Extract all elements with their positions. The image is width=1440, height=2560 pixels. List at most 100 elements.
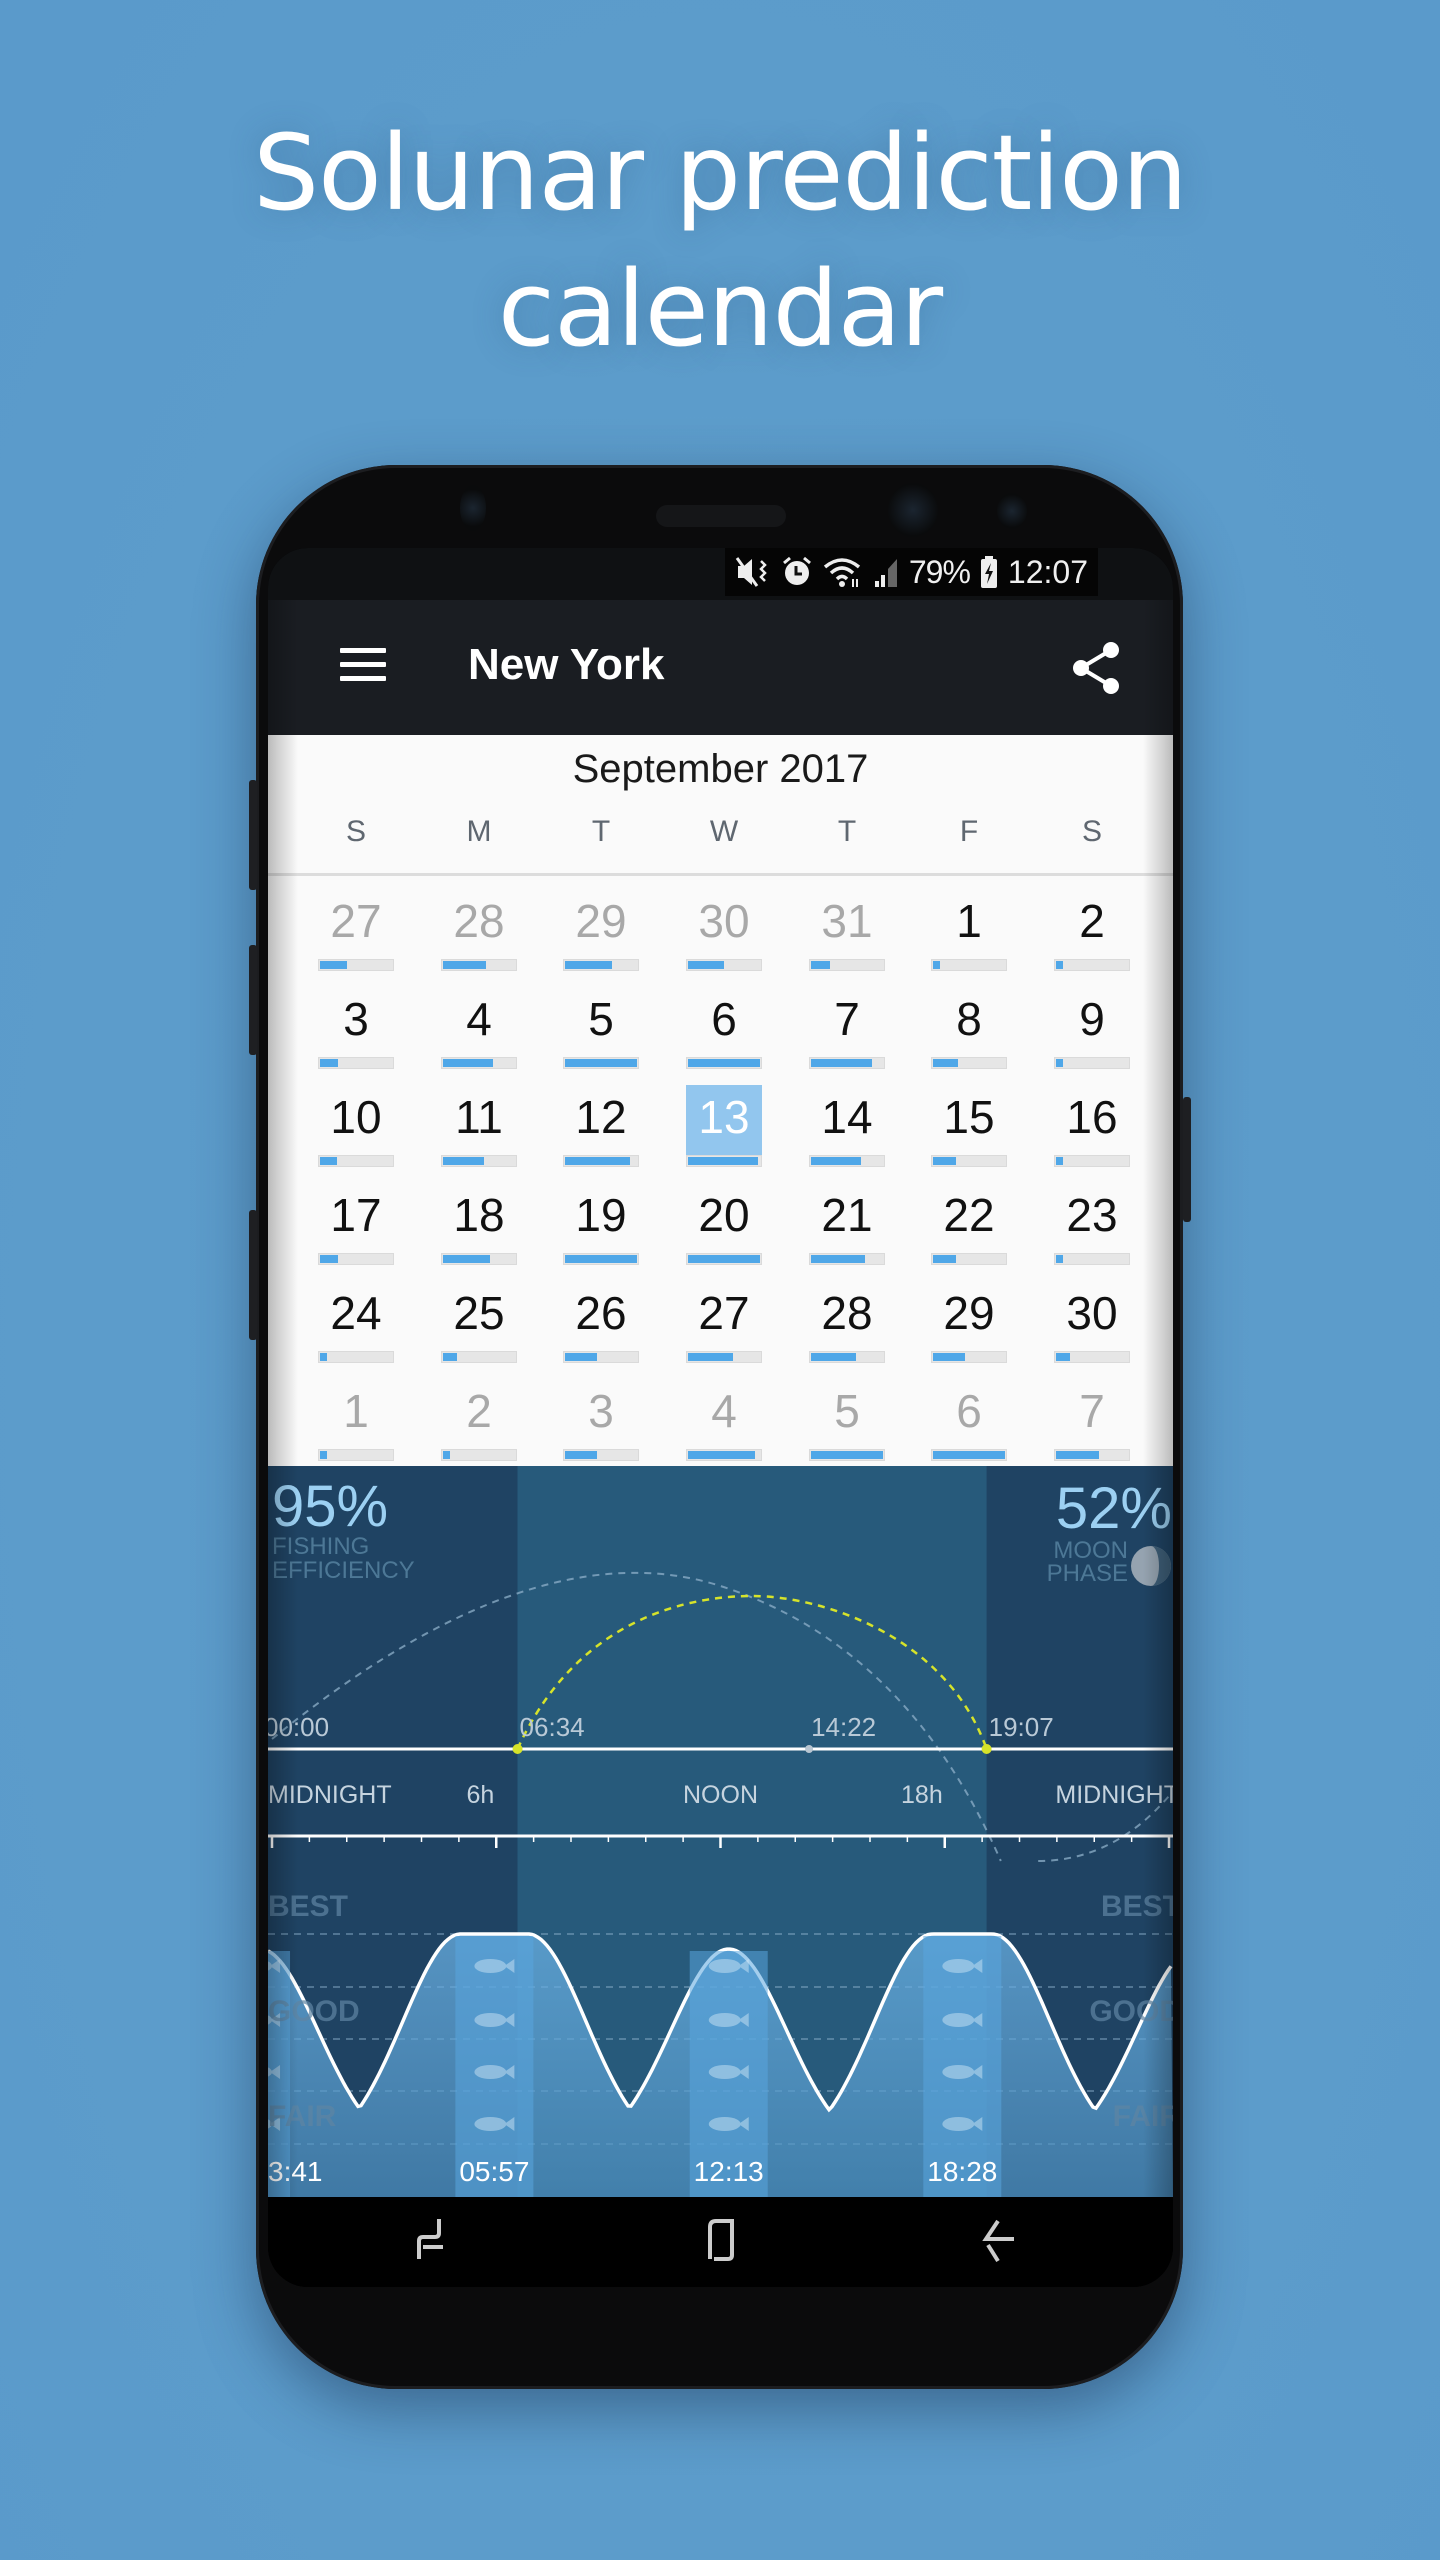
iris-sensor-icon: [997, 493, 1027, 529]
calendar-day[interactable]: 17: [311, 1181, 401, 1271]
calendar-day[interactable]: 1: [924, 887, 1014, 977]
calendar-day[interactable]: 7: [802, 985, 892, 1075]
calendar-day[interactable]: 30: [679, 887, 769, 977]
fishing-rating-bar: [1054, 1057, 1130, 1069]
calendar-day[interactable]: 23: [1047, 1181, 1137, 1271]
fishing-efficiency-value: 95%: [272, 1474, 388, 1539]
day-number: 10: [330, 1091, 382, 1143]
calendar-day[interactable]: 3: [556, 1377, 646, 1467]
calendar-day[interactable]: 27: [311, 887, 401, 977]
calendar-day[interactable]: 25: [434, 1279, 524, 1369]
system-nav-bar: [268, 2197, 1173, 2287]
peak-time-label: 18:28: [927, 2156, 997, 2187]
calendar-day[interactable]: 3: [311, 985, 401, 1075]
share-icon[interactable]: [1071, 640, 1123, 696]
home-icon[interactable]: [688, 2215, 748, 2269]
calendar-day[interactable]: 26: [556, 1279, 646, 1369]
calendar-day[interactable]: 28: [434, 887, 524, 977]
day-number: 15: [943, 1091, 995, 1143]
hamburger-menu-icon[interactable]: [340, 648, 386, 682]
day-number: 16: [1066, 1091, 1118, 1143]
calendar-day[interactable]: 2: [434, 1377, 524, 1467]
calendar-day[interactable]: 5: [802, 1377, 892, 1467]
calendar-day[interactable]: 15: [924, 1083, 1014, 1173]
sunrise-marker: [512, 1744, 523, 1754]
calendar-day[interactable]: 4: [679, 1377, 769, 1467]
fishing-rating-bar: [318, 1351, 394, 1363]
day-number: 6: [711, 993, 737, 1045]
month-title[interactable]: September 2017: [268, 747, 1173, 792]
calendar-day[interactable]: 6: [679, 985, 769, 1075]
calendar-day[interactable]: 24: [311, 1279, 401, 1369]
calendar-day[interactable]: 31: [802, 887, 892, 977]
calendar-day[interactable]: 21: [802, 1181, 892, 1271]
timeline-label: MIDNIGHT: [268, 1781, 392, 1809]
fishing-rating-bar: [441, 1253, 517, 1265]
calendar-day[interactable]: 4: [434, 985, 524, 1075]
month-calendar: September 2017 SMTWTFS 27 28 29 30 31 1 2 3 4 5 6 7…: [268, 735, 1173, 1466]
calendar-day[interactable]: 12: [556, 1083, 646, 1173]
fishing-rating-fill: [811, 1451, 883, 1459]
clock-time: 12:07: [1007, 553, 1088, 590]
fish-body: [942, 2117, 975, 2131]
fishing-rating-bar: [686, 1351, 762, 1363]
calendar-day[interactable]: 5: [556, 985, 646, 1075]
fishing-rating-fill: [1056, 961, 1063, 969]
solunar-day-chart: 95% FISHING EFFICIENCY 52% MOON PHASE 00:00 06:…: [268, 1466, 1173, 2197]
calendar-day[interactable]: 6: [924, 1377, 1014, 1467]
weekday-label: M: [466, 815, 492, 848]
calendar-day[interactable]: 14: [802, 1083, 892, 1173]
fishing-rating-fill: [688, 961, 724, 969]
day-number: 1: [343, 1385, 369, 1437]
peak-time-label: 05:57: [459, 2156, 529, 2187]
back-icon[interactable]: [968, 2215, 1028, 2269]
calendar-day[interactable]: 8: [924, 985, 1014, 1075]
calendar-day[interactable]: 9: [1047, 985, 1137, 1075]
fishing-rating-fill: [933, 961, 940, 969]
calendar-day[interactable]: 22: [924, 1181, 1014, 1271]
calendar-day[interactable]: 10: [311, 1083, 401, 1173]
calendar-day[interactable]: 30: [1047, 1279, 1137, 1369]
calendar-day[interactable]: 29: [556, 887, 646, 977]
fishing-rating-fill: [443, 1451, 450, 1459]
fishing-rating-fill: [688, 1157, 758, 1165]
activity-level-label-left: BEST: [268, 1890, 348, 1923]
recents-icon[interactable]: [403, 2215, 463, 2269]
activity-level-label-right: GOOD: [1089, 1995, 1173, 2028]
calendar-day[interactable]: 19: [556, 1181, 646, 1271]
weekday-label: T: [591, 815, 611, 848]
fishing-rating-bar: [441, 1155, 517, 1167]
calendar-day[interactable]: 1: [311, 1377, 401, 1467]
fishing-rating-fill: [320, 1059, 338, 1067]
calendar-day[interactable]: 11: [434, 1083, 524, 1173]
fishing-rating-bar: [1054, 1155, 1130, 1167]
promo-title: Solunar prediction calendar: [0, 105, 1440, 377]
fish-body: [942, 1959, 975, 1973]
calendar-day[interactable]: 7: [1047, 1377, 1137, 1467]
fish-body: [708, 2117, 741, 2131]
fishing-rating-fill: [320, 1353, 327, 1361]
status-icons: 79% 12:07: [724, 548, 1098, 596]
calendar-day[interactable]: 28: [802, 1279, 892, 1369]
fishing-rating-fill: [811, 1059, 872, 1067]
calendar-day[interactable]: 2: [1047, 887, 1137, 977]
fishing-rating-fill: [320, 961, 347, 969]
fishing-rating-bar: [563, 1057, 639, 1069]
calendar-day[interactable]: 20: [679, 1181, 769, 1271]
location-title[interactable]: New York: [468, 640, 664, 690]
calendar-day[interactable]: 18: [434, 1181, 524, 1271]
fishing-rating-fill: [933, 1255, 956, 1263]
day-number: 30: [698, 895, 750, 947]
day-number: 11: [455, 1091, 503, 1143]
fishing-rating-bar: [686, 1253, 762, 1265]
activity-level-label-left: GOOD: [268, 1995, 360, 2028]
calendar-day[interactable]: 16: [1047, 1083, 1137, 1173]
calendar-day-selected[interactable]: 13: [679, 1083, 769, 1173]
calendar-day[interactable]: 27: [679, 1279, 769, 1369]
fishing-rating-bar: [318, 1449, 394, 1461]
activity-level-label-left: FAIR: [268, 2100, 337, 2133]
fishing-rating-bar: [563, 1449, 639, 1461]
fish-body: [708, 1959, 741, 1973]
calendar-day[interactable]: 29: [924, 1279, 1014, 1369]
fishing-rating-fill: [320, 1255, 338, 1263]
